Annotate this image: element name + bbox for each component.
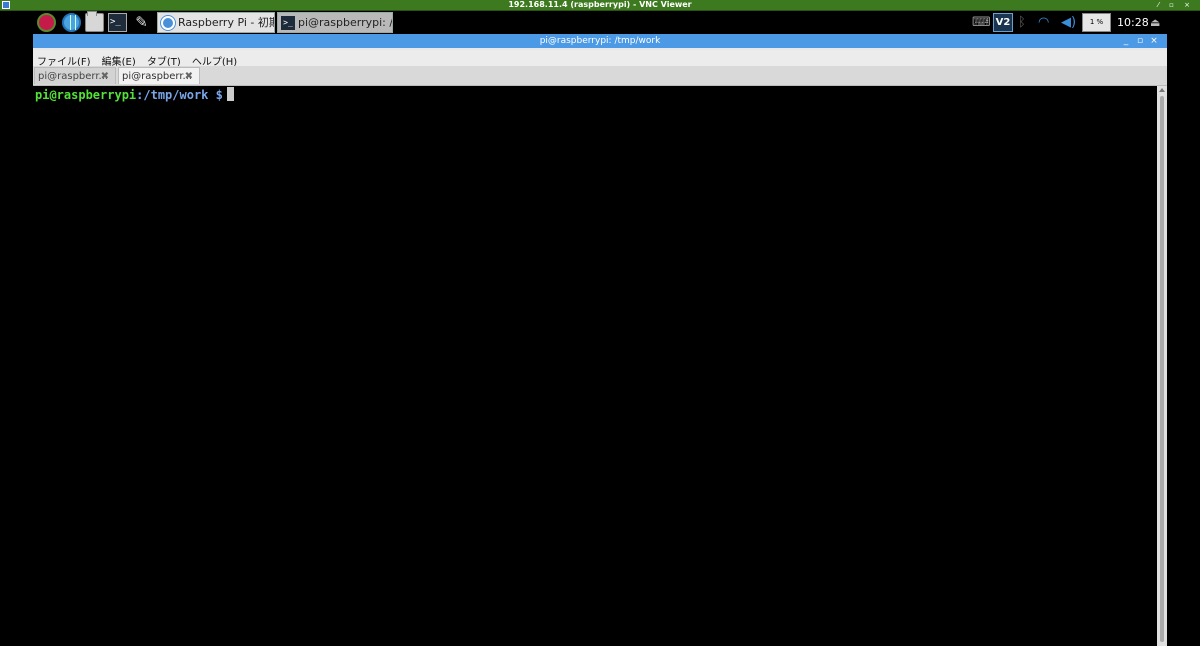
window-controls: _ ▫ ×	[1119, 34, 1161, 48]
raspberry-pi-menu-icon[interactable]	[37, 13, 56, 32]
web-browser-icon[interactable]	[62, 13, 81, 32]
task-label: Raspberry Pi - 初期設...	[178, 16, 274, 29]
wifi-icon[interactable]: ◠	[1038, 13, 1056, 32]
terminal-output[interactable]: pi@raspberrypi:/tmp/work $	[33, 86, 1157, 646]
file-manager-icon[interactable]	[85, 11, 104, 32]
clock[interactable]: 10:28	[1117, 13, 1149, 32]
taskbar: >_ ✎ Raspberry Pi - 初期設... >_pi@raspberr…	[0, 11, 1200, 34]
taskbar-task-browser[interactable]: Raspberry Pi - 初期設...	[157, 12, 275, 33]
terminal-icon: >_	[281, 16, 295, 30]
maximize-button[interactable]: ▫	[1133, 34, 1147, 48]
tab-label: pi@raspberr...	[38, 71, 109, 82]
tab-bar: pi@raspberr... ✖ pi@raspberr... ✖	[33, 66, 1167, 86]
window-title-bar[interactable]: pi@raspberrypi: /tmp/work _ ▫ ×	[33, 34, 1167, 48]
tab-terminal-1[interactable]: pi@raspberr... ✖	[34, 67, 116, 84]
scrollbar-thumb[interactable]	[1160, 96, 1164, 642]
scroll-up-arrow-icon[interactable]	[1159, 88, 1165, 92]
text-cursor	[226, 87, 234, 101]
window-title: pi@raspberrypi: /tmp/work	[539, 36, 661, 46]
prompt-user-host: pi@raspberrypi	[35, 88, 137, 102]
pen-icon[interactable]: ✎	[132, 13, 151, 32]
terminal-window: pi@raspberrypi: /tmp/work _ ▫ × ファイル(F) 編集…	[33, 34, 1167, 646]
cpu-usage-monitor[interactable]: 1 %	[1082, 13, 1111, 32]
tab-label: pi@raspberr...	[122, 71, 193, 82]
volume-icon[interactable]: ◀)	[1061, 13, 1077, 32]
vnc-title-bar: 192.168.11.4 (raspberrypi) - VNC Viewer …	[0, 0, 1200, 11]
taskbar-task-terminal[interactable]: >_pi@raspberrypi: /tmp...	[277, 12, 393, 33]
minimize-button[interactable]: _	[1119, 34, 1133, 48]
close-button[interactable]: ×	[1147, 34, 1161, 48]
tab-close-icon[interactable]: ✖	[101, 68, 109, 84]
terminal-icon[interactable]: >_	[108, 13, 127, 32]
bluetooth-icon[interactable]: ᛒ	[1018, 13, 1030, 32]
menu-bar: ファイル(F) 編集(E) タブ(T) ヘルプ(H)	[33, 50, 1167, 68]
tab-terminal-2[interactable]: pi@raspberr... ✖	[118, 67, 200, 84]
vnc-window-controls[interactable]: ⁄ ▫ ×	[1158, 0, 1194, 10]
prompt-path: :/tmp/work	[136, 88, 209, 102]
task-label: pi@raspberrypi: /tmp...	[298, 16, 393, 29]
eject-icon[interactable]: ⏏	[1150, 13, 1164, 32]
chromium-icon	[161, 16, 175, 30]
shell-prompt: pi@raspberrypi:/tmp/work $	[35, 87, 234, 103]
tab-close-icon[interactable]: ✖	[185, 68, 193, 84]
terminal-scrollbar[interactable]	[1157, 86, 1167, 646]
vnc-window-title: 192.168.11.4 (raspberrypi) - VNC Viewer	[508, 0, 692, 9]
keyboard-icon[interactable]: ⌨	[972, 13, 991, 32]
vnc-server-icon[interactable]: V2	[993, 13, 1013, 32]
prompt-dollar: $	[208, 88, 223, 102]
